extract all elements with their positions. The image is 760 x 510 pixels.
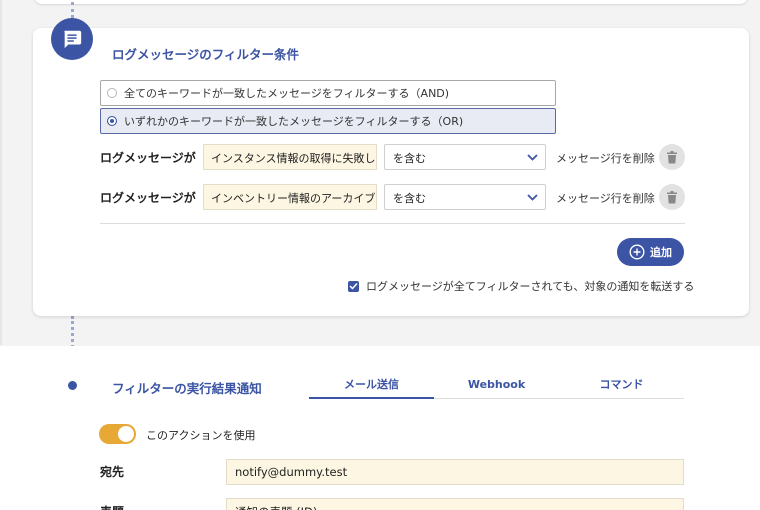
radio-button[interactable] [107,116,117,126]
timeline-connector-top [71,2,74,18]
toggle-knob [118,426,134,442]
forward-checkbox[interactable] [348,280,359,292]
condition-row-2: ログメッセージが インベントリー情報のアーカイブ を含む メッセージ行を削除 [100,184,685,210]
recipient-label: 宛先 [100,465,125,479]
tab-webhook[interactable]: Webhook [434,372,559,399]
operator-value: を含む [393,192,426,205]
trash-icon[interactable] [659,184,685,210]
delete-row-label: メッセージ行を削除 [556,152,655,165]
trash-icon[interactable] [659,144,685,170]
delete-row-label: メッセージ行を削除 [556,192,655,205]
notification-section-title: フィルターの実行結果通知 [112,381,262,396]
radio-button[interactable] [107,88,117,98]
subject-input[interactable]: 通知の表題 (ID) [226,498,684,510]
add-button[interactable]: 追加 [617,238,684,266]
use-action-label: このアクションを使用 [146,429,256,442]
filter-section-title: ログメッセージのフィルター条件 [112,47,300,62]
timeline-dot [68,381,77,390]
radio-option-and[interactable]: 全てのキーワードが一致したメッセージをフィルターする（AND) [100,80,556,106]
filter-card [33,28,749,316]
tab-command[interactable]: コマンド [559,372,684,399]
operator-select[interactable]: を含む [384,184,546,210]
condition-label: ログメッセージが [100,151,196,165]
add-button-label: 追加 [650,246,672,259]
radio-label: 全てのキーワードが一致したメッセージをフィルターする（AND) [124,87,450,100]
chevron-down-icon [527,154,538,161]
forward-checkbox-label: ログメッセージが全てフィルターされても、対象の通知を転送する [366,280,695,293]
recipient-input[interactable]: notify@dummy.test [226,459,684,485]
radio-label: いずれかのキーワードが一致したメッセージをフィルターする（OR) [124,115,464,128]
tab-bar: メール送信 Webhook コマンド [309,372,684,399]
plus-circle-icon [629,244,645,260]
forward-option[interactable]: ログメッセージが全てフィルターされても、対象の通知を転送する [348,278,694,294]
previous-card-edge [34,0,748,4]
chevron-down-icon [527,194,538,201]
radio-option-or[interactable]: いずれかのキーワードが一致したメッセージをフィルターする（OR) [100,108,556,134]
message-icon [51,18,93,60]
left-edge [0,0,2,345]
keyword-input[interactable]: インベントリー情報のアーカイブ [203,184,377,210]
condition-label: ログメッセージが [100,191,196,205]
subject-label: 表題 [100,503,124,510]
condition-row-1: ログメッセージが インスタンス情報の取得に失敗し を含む メッセージ行を削除 [100,144,685,170]
tab-email[interactable]: メール送信 [309,372,434,399]
operator-select[interactable]: を含む [384,144,546,170]
operator-value: を含む [393,152,426,165]
divider [100,223,685,224]
keyword-input[interactable]: インスタンス情報の取得に失敗し [203,144,377,170]
use-action-toggle[interactable] [99,424,136,444]
